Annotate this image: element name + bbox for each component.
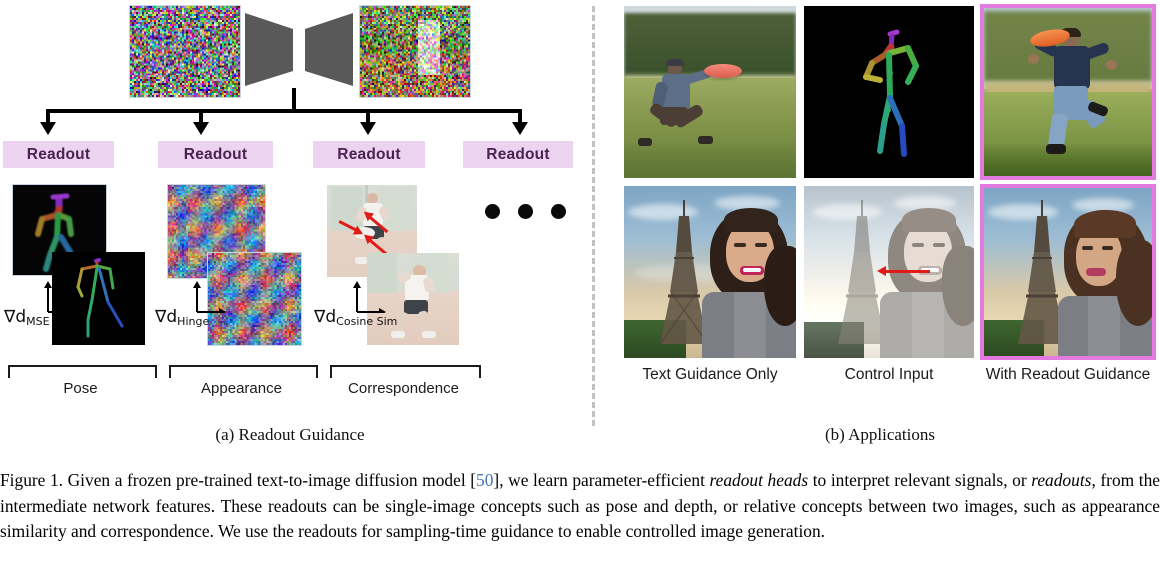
denoised-frisbee-image: [360, 6, 470, 97]
frisbee: [704, 64, 742, 78]
ellipsis-dot-2: [518, 204, 533, 219]
figure-1: Readout Readout Readout Readout ∇dMSE ∇d…: [0, 0, 1160, 576]
unet-hourglass: [243, 11, 355, 88]
smile-lips: [1086, 268, 1106, 276]
frisbee-man-photo: [624, 6, 796, 178]
generated-jumping-man: [984, 8, 1152, 176]
arrow-to-readout-1: [40, 122, 56, 135]
column-label-with-readout-guidance: With Readout Guidance: [985, 366, 1151, 383]
ellipsis-dot-3: [551, 204, 566, 219]
arrow-to-readout-3: [360, 122, 376, 135]
gradient-symbol: ∇d: [155, 307, 178, 327]
gradient-subscript: MSE: [26, 315, 50, 328]
pose-skeleton-map: [804, 6, 974, 178]
readout-label: Readout: [337, 145, 401, 163]
caption-segment: 50: [476, 470, 494, 490]
readout-head-more[interactable]: Readout: [463, 141, 573, 168]
brace-pose: [8, 365, 157, 378]
brace-appearance: [169, 365, 318, 378]
caption-segment: ], we learn parameter-efficient: [493, 470, 710, 490]
panel-b-caption: (b) Applications: [824, 425, 935, 444]
appearance-gradient-label: ∇dHinge: [155, 307, 209, 328]
caption-segment: Figure 1. Given a frozen pre-trained tex…: [0, 470, 477, 490]
figure-caption: Figure 1. Given a frozen pre-trained tex…: [0, 468, 1160, 545]
readout-head-correspondence[interactable]: Readout: [313, 141, 425, 168]
readout-label: Readout: [486, 145, 550, 163]
panel-a-caption: (a) Readout Guidance: [215, 425, 365, 444]
panel-divider: [592, 6, 595, 426]
ellipsis-dot-1: [485, 204, 500, 219]
column-label-control-input: Control Input: [844, 366, 934, 383]
caption-segment: to interpret relevant signals, or: [808, 470, 1032, 490]
gradient-subscript: Cosine Sim: [336, 315, 398, 328]
readout-label: Readout: [183, 145, 248, 163]
noise-latent-image: [130, 6, 240, 97]
arrow-to-readout-2: [193, 122, 209, 135]
generated-woman-turned: [984, 188, 1152, 356]
feature-bus-line: [47, 109, 521, 113]
group-label-correspondence: Correspondence: [348, 380, 459, 397]
gradient-symbol: ∇d: [4, 307, 27, 327]
group-label-pose: Pose: [63, 380, 98, 397]
gradient-subscript: Hinge: [177, 315, 210, 328]
group-label-appearance: Appearance: [201, 380, 282, 397]
gradient-symbol: ∇d: [314, 307, 337, 327]
correspondence-gradient-label: ∇dCosine Sim: [314, 307, 397, 328]
brace-correspondence: [330, 365, 481, 378]
drag-arrow: [877, 266, 930, 276]
readout-head-pose[interactable]: Readout: [3, 141, 114, 168]
caption-segment: readouts: [1031, 470, 1092, 490]
drag-control-input: [804, 186, 974, 358]
caption-segment: readout heads: [709, 470, 809, 490]
readout-label: Readout: [26, 145, 91, 163]
column-label-text-guidance-only: Text Guidance Only: [642, 366, 778, 383]
woman-eiffel-photo: [624, 186, 796, 358]
readout-head-appearance[interactable]: Readout: [158, 141, 273, 168]
pose-gradient-label: ∇dMSE: [4, 307, 50, 328]
arrow-to-readout-4: [512, 122, 528, 135]
